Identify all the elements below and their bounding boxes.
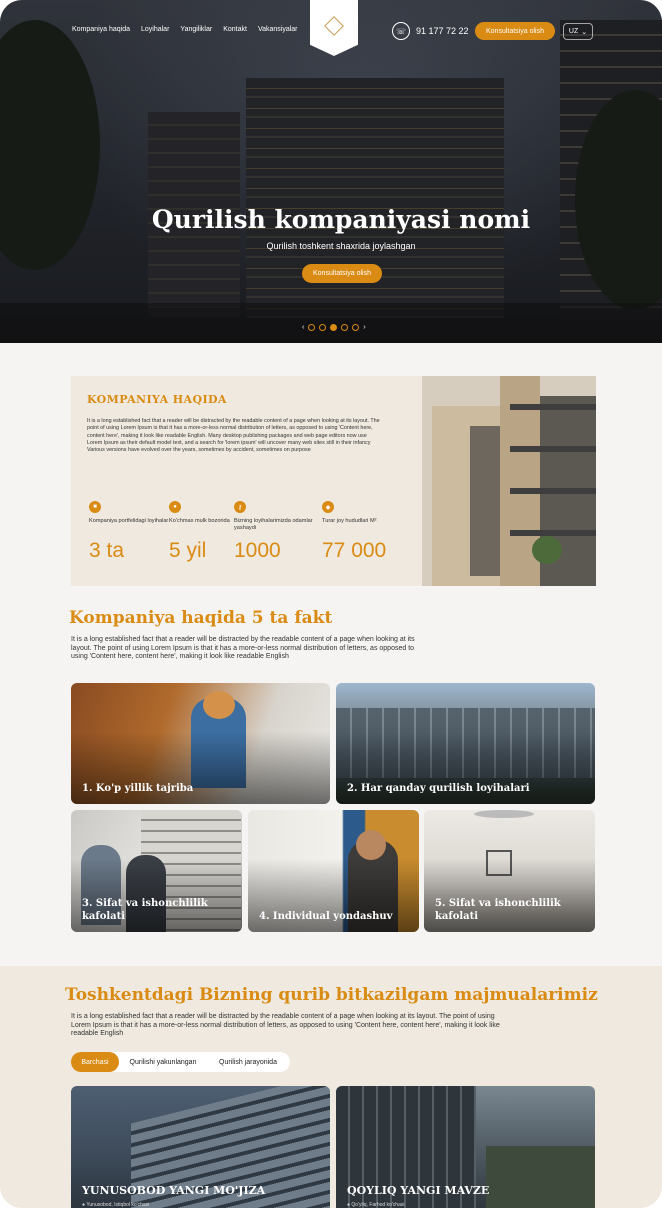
location-pin-icon: ● xyxy=(347,1202,351,1208)
key-icon: ⚷ xyxy=(234,501,246,513)
stat-value: 3 ta xyxy=(89,539,125,562)
fact-card-caption: 4. Individual yondashuv xyxy=(259,911,393,922)
clock-icon: ● xyxy=(169,501,181,513)
stat-value: 1000 xyxy=(234,539,281,562)
fact-card[interactable]: 1. Ko'p yillik tajriba xyxy=(71,683,330,804)
language-select[interactable]: UZ ⌄ xyxy=(563,23,593,40)
about-text: It is a long established fact that a rea… xyxy=(87,418,380,454)
complexes-text: It is a long established fact that a rea… xyxy=(71,1013,500,1038)
complex-address: ● Qo'yliq, Farhod ko'chasi xyxy=(347,1202,405,1208)
fact-card[interactable]: 4. Individual yondashuv xyxy=(248,810,419,932)
page: Kompaniya haqida Loyihalar Yangiliklar K… xyxy=(0,0,662,1208)
language-value: UZ xyxy=(568,28,579,35)
about-building-image xyxy=(422,376,596,586)
facts-title: Kompaniya haqida 5 ta fakt xyxy=(69,608,333,628)
complex-name: YUNUSOBOD YANGI MO'JIZA xyxy=(82,1184,266,1197)
slider-prev-icon[interactable]: ‹ xyxy=(302,324,304,331)
logo-diamond-icon xyxy=(324,16,344,36)
hero-subtitle: Qurilish toshkent shaxrida joylashgan xyxy=(266,241,416,251)
location-pin-icon: ● xyxy=(82,1202,86,1208)
tab-all[interactable]: Barchasi xyxy=(71,1052,119,1072)
phone-number: 91 177 72 22 xyxy=(416,26,469,36)
logo[interactable] xyxy=(310,0,358,56)
stat-label: Bizning loyihalarimizda odamlar yashaydi xyxy=(234,518,313,531)
complexes-title: Toshkentdagi Bizning qurib bitkazilgam m… xyxy=(65,985,598,1005)
nav-item-projects[interactable]: Loyihalar xyxy=(141,26,169,33)
stat-label: Turar joy hududlari M² xyxy=(322,518,377,524)
complex-address: ● Yunusobod, Istiqbol ko'chasi xyxy=(82,1202,150,1208)
nav-item-vacancies[interactable]: Vakansiyalar xyxy=(258,26,298,33)
facts-text: It is a long established fact that a rea… xyxy=(71,636,415,661)
stat-area: ◆ Turar joy hududlari M² 77 000 xyxy=(322,501,402,562)
complexes-section: Toshkentdagi Bizning qurib bitkazilgam m… xyxy=(0,966,662,1208)
phone-icon: ☏ xyxy=(392,22,410,40)
fact-card-caption: 1. Ko'p yillik tajriba xyxy=(82,783,194,794)
fact-card-caption: 5. Sifat va ishonchlilik kafolati xyxy=(435,898,561,922)
slider-dot[interactable] xyxy=(319,324,327,331)
stat-projects: ■ Kompaniya portfelidagi loyihalar 3 ta xyxy=(89,501,169,562)
header-consultation-button[interactable]: Konsultatsiya olish xyxy=(475,22,555,40)
chevron-down-icon: ⌄ xyxy=(581,28,588,36)
tab-in-progress[interactable]: Qurilish jarayonida xyxy=(207,1052,289,1072)
fact-card[interactable]: 2. Har qanday qurilish loyihalari xyxy=(336,683,595,804)
stat-value: 5 yil xyxy=(169,539,207,562)
about-title: KOMPANIYA HAQIDA xyxy=(87,393,227,406)
slider-dot[interactable] xyxy=(308,324,316,331)
area-icon: ◆ xyxy=(322,501,334,513)
fact-card[interactable]: 3. Sifat va ishonchlilik kafolati xyxy=(71,810,242,932)
tab-completed[interactable]: Qurilishi yakunlangan xyxy=(119,1052,207,1072)
slider-dot[interactable] xyxy=(352,324,360,331)
fact-card[interactable]: 5. Sifat va ishonchlilik kafolati xyxy=(424,810,595,932)
main-nav: Kompaniya haqida Loyihalar Yangiliklar K… xyxy=(72,26,298,33)
complex-name: QOYLIQ YANGI MAVZE xyxy=(347,1184,490,1197)
stat-value: 77 000 xyxy=(322,539,387,562)
hero-title: Qurilish kompaniyasi nomi xyxy=(151,205,531,234)
stat-label: Kompaniya portfelidagi loyihalar xyxy=(89,518,169,524)
hero-consultation-button[interactable]: Konsultatsiya olish xyxy=(302,264,382,283)
about-section: KOMPANIYA HAQIDA It is a long establishe… xyxy=(71,376,596,586)
slider-pagination: ‹ › xyxy=(302,324,366,331)
complex-card[interactable]: YUNUSOBOD YANGI MO'JIZA ● Yunusobod, Ist… xyxy=(71,1086,330,1208)
slider-next-icon[interactable]: › xyxy=(363,324,365,331)
nav-item-contact[interactable]: Kontakt xyxy=(223,26,247,33)
slider-dot-active[interactable] xyxy=(330,324,338,331)
fact-card-caption: 2. Har qanday qurilish loyihalari xyxy=(347,783,530,794)
nav-item-about[interactable]: Kompaniya haqida xyxy=(72,26,130,33)
complexes-tabs: Barchasi Qurilishi yakunlangan Qurilish … xyxy=(71,1052,290,1072)
portfolio-icon: ■ xyxy=(89,501,101,513)
fact-card-caption: 3. Sifat va ishonchlilik kafolati xyxy=(82,898,208,922)
nav-item-news[interactable]: Yangiliklar xyxy=(180,26,212,33)
hero-section: Kompaniya haqida Loyihalar Yangiliklar K… xyxy=(0,0,662,343)
header-phone[interactable]: ☏ 91 177 72 22 xyxy=(392,22,469,40)
complex-card[interactable]: QOYLIQ YANGI MAVZE ● Qo'yliq, Farhod ko'… xyxy=(336,1086,595,1208)
stat-residents: ⚷ Bizning loyihalarimizda odamlar yashay… xyxy=(234,501,314,562)
slider-dot[interactable] xyxy=(341,324,349,331)
